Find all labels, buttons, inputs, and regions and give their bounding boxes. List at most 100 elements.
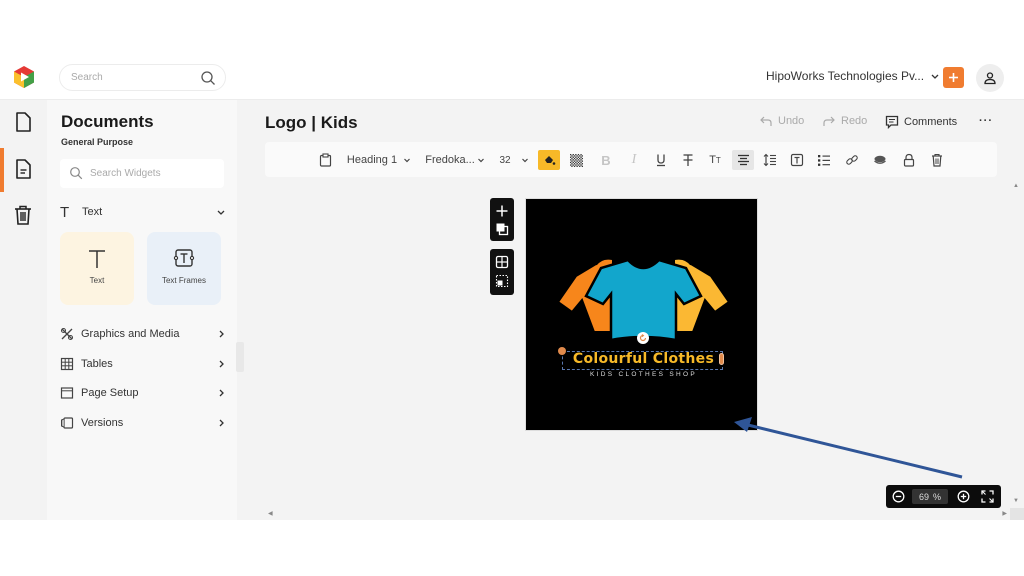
panel-item-versions[interactable]: Versions [60,414,226,432]
panel-item-tables[interactable]: Tables [60,355,226,373]
widget-card-text-frames[interactable]: Text Frames [147,232,221,305]
chevron-down-icon [521,158,528,163]
underline-button[interactable] [653,150,669,170]
design-artboard[interactable]: Colourful Clothes KIDS CLOTHES SHOP [525,198,758,431]
redo-button[interactable]: Redo [822,115,867,127]
scroll-up-icon[interactable]: ▲ [1013,183,1019,189]
redo-label: Redo [841,115,868,127]
bold-icon: B [601,152,611,168]
rail-item-trash[interactable] [11,202,35,228]
align-center-icon [737,154,749,166]
text-frame-icon [173,249,195,267]
line-spacing-icon [763,153,776,167]
panel-collapse-handle[interactable] [236,342,244,372]
graphics-icon [60,327,74,341]
file-icon [16,112,31,132]
duplicate-icon[interactable] [495,222,509,236]
selection-handle-left[interactable] [558,347,566,355]
select-area-icon[interactable] [495,274,509,288]
font-family-select[interactable]: Fredoka... [424,150,486,170]
text-type-icon: T [60,203,70,221]
more-options-button[interactable]: ··· [979,115,993,127]
panel-item-page-setup[interactable]: Page Setup [60,384,226,402]
annotation-arrow [734,417,963,479]
zoom-in-icon[interactable] [957,490,970,503]
lock-button[interactable] [901,150,917,170]
paragraph-style-value: Heading 1 [346,154,398,166]
bullet-list-button[interactable] [816,150,832,170]
zoom-level-input[interactable]: 69 % [912,489,948,504]
global-search-input[interactable]: Search [59,64,226,91]
chevron-right-icon [219,360,224,368]
text-icon [89,250,105,268]
search-icon[interactable] [200,70,216,86]
zoom-unit: % [933,491,942,502]
paste-button[interactable] [317,150,333,170]
app-logo-icon[interactable] [12,65,36,89]
bold-button[interactable]: B [598,150,614,170]
link-button[interactable] [844,150,860,170]
search-icon [70,167,83,180]
text-box-button[interactable] [789,150,805,170]
chevron-down-icon [931,74,939,79]
trash-icon [932,153,942,167]
zoom-value: 69 [918,491,929,502]
panel-item-graphics-and-media[interactable]: Graphics and Media [60,325,226,343]
layers-button[interactable] [872,150,888,170]
link-icon [846,155,858,165]
scroll-left-icon[interactable]: ◀ [268,510,273,517]
scroll-down-icon[interactable]: ▼ [1013,498,1019,504]
chevron-down-icon [477,158,484,163]
widget-card-text[interactable]: Text [60,232,134,305]
rail-item-templates[interactable] [11,156,35,182]
organization-name: HipoWorks Technologies Pv... [766,69,925,83]
rotate-handle[interactable] [637,332,649,344]
font-family-value: Fredoka... [425,154,475,166]
pattern-button[interactable] [568,150,584,170]
zoom-out-icon[interactable] [892,490,905,503]
text-case-button[interactable]: TT [707,150,723,170]
horizontal-scrollbar[interactable]: ◀ ▶ [265,510,1010,520]
line-spacing-button[interactable] [762,150,778,170]
chevron-down-icon [217,210,225,215]
grid-icon[interactable] [495,255,509,269]
undo-label: Undo [778,115,805,127]
panel-item-label: Tables [81,358,113,370]
strikethrough-button[interactable] [680,150,696,170]
widget-search-input[interactable]: Search Widgets [60,159,224,188]
element-tools-group-2 [490,249,514,295]
search-placeholder: Search [71,72,103,83]
scroll-right-icon[interactable]: ▶ [1002,510,1007,517]
chevron-down-icon [404,158,411,163]
fullscreen-icon[interactable] [981,490,994,503]
chevron-right-icon [219,389,224,397]
logo-title-text[interactable]: Colourful Clothes [566,351,721,367]
add-button[interactable] [943,67,964,88]
comments-button[interactable]: Comments [885,115,957,129]
fill-color-button[interactable] [538,150,560,170]
align-center-button[interactable] [732,150,754,170]
active-indicator [0,148,4,192]
logo-subtitle-text[interactable]: KIDS CLOTHES SHOP [566,371,721,378]
font-size-select[interactable]: 32 [496,150,532,170]
widget-search-placeholder: Search Widgets [90,168,161,179]
lock-icon [903,153,915,167]
layers-icon [874,155,886,164]
italic-button[interactable]: I [626,150,642,170]
organization-selector[interactable]: HipoWorks Technologies Pv... [766,69,940,83]
resize-handle-right[interactable] [719,353,724,365]
app-window: Search HipoWorks Technologies Pv... Docu… [0,55,1024,520]
paragraph-style-select[interactable]: Heading 1 [345,150,413,170]
user-avatar[interactable] [976,64,1004,92]
delete-button[interactable] [929,150,945,170]
bullet-list-icon [818,154,830,166]
checkerboard-icon [569,153,583,167]
text-section-toggle[interactable]: T Text [60,203,226,221]
undo-icon [760,116,772,126]
undo-button[interactable]: Undo [759,115,804,127]
rail-item-documents[interactable] [11,109,35,135]
italic-icon: I [631,152,637,167]
user-icon [984,72,996,85]
add-element-icon[interactable] [495,204,509,218]
left-rail [0,100,47,520]
